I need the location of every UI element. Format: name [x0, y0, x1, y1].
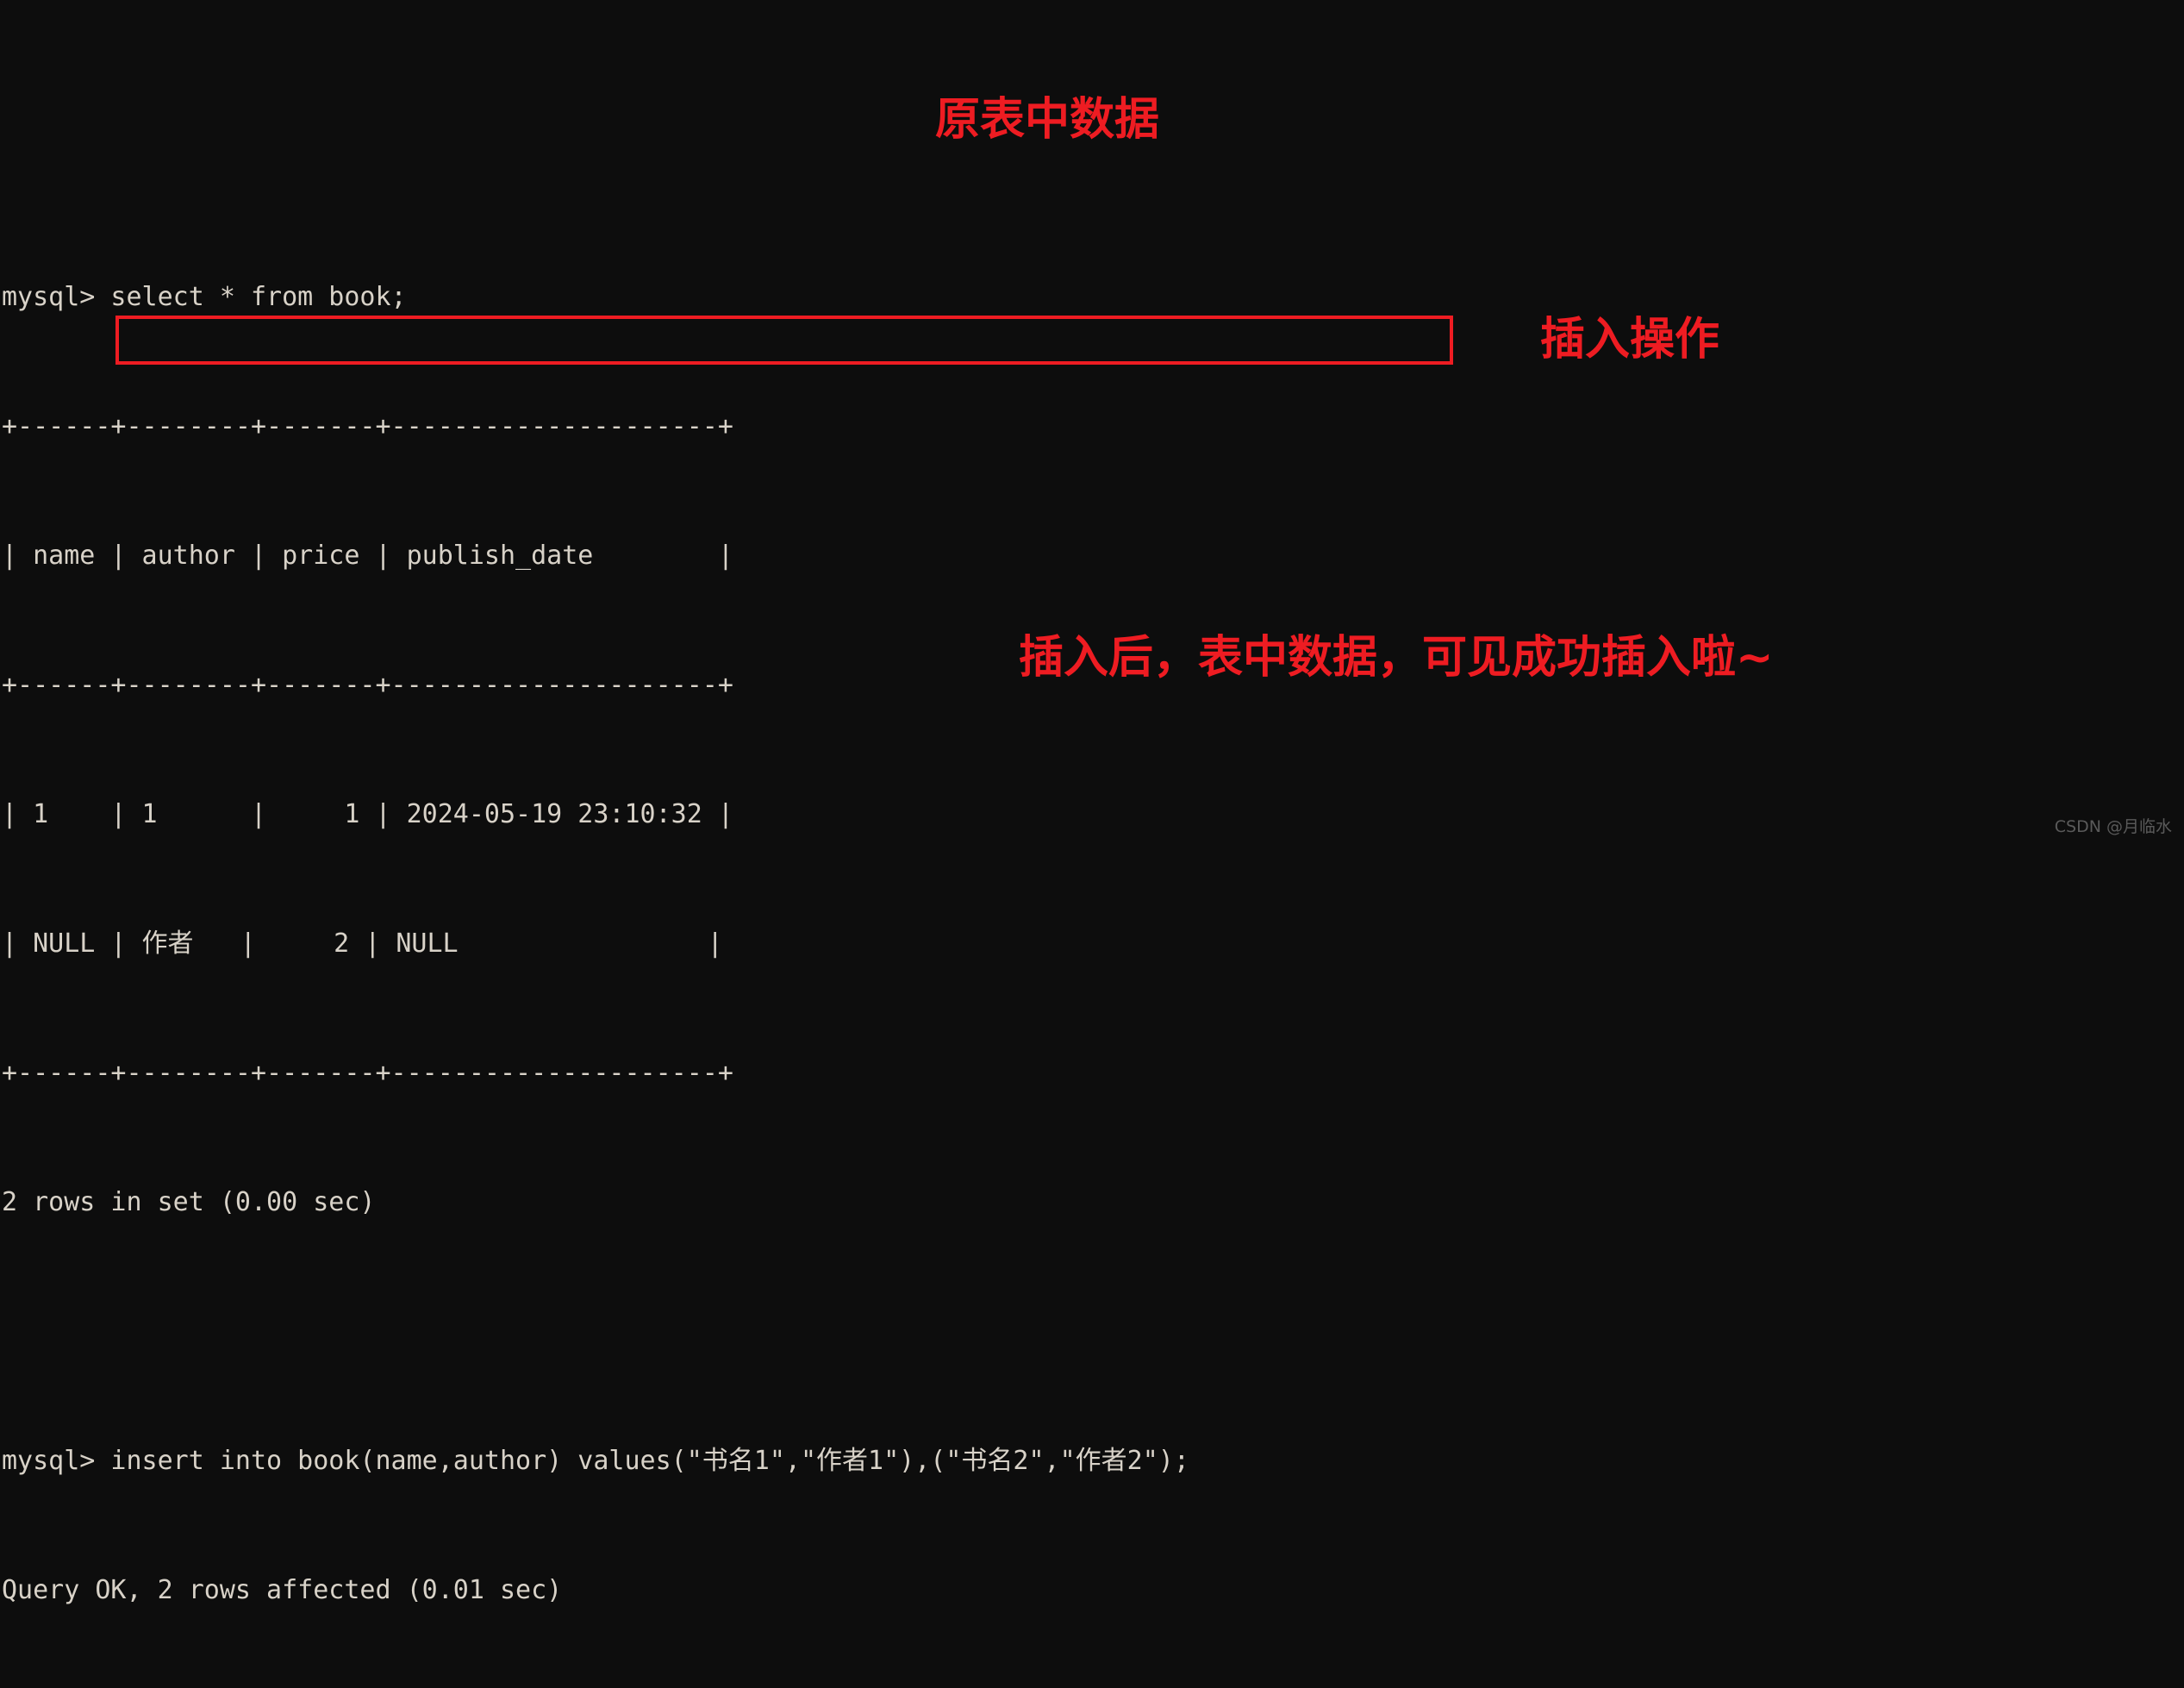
terminal-line-select-before: mysql> select * from book;	[2, 282, 407, 312]
terminal-line-query-ok: Query OK, 2 rows affected (0.01 sec)	[2, 1575, 563, 1605]
terminal-line-insert-statement: mysql> insert into book(name,author) val…	[2, 1446, 1189, 1476]
terminal-line-rows-before: 2 rows in set (0.00 sec)	[2, 1187, 376, 1217]
table-before-header-row: | name | author | price | publish_date |	[2, 541, 733, 571]
watermark: CSDN @月临水	[2054, 817, 2172, 836]
table-before-row: | NULL | 作者 | 2 | NULL |	[2, 928, 723, 959]
annotation-insert-operation: 插入操作	[1540, 314, 1720, 366]
table-before-top-border: +------+--------+-------+---------------…	[2, 411, 733, 441]
annotation-original-data: 原表中数据	[935, 94, 1160, 146]
table-before-bottom-border: +------+--------+-------+---------------…	[2, 1058, 733, 1088]
table-before-row: | 1 | 1 | 1 | 2024-05-19 23:10:32 |	[2, 799, 733, 829]
annotation-after-insert: 插入后，表中数据，可见成功插入啦~	[1019, 632, 1774, 684]
